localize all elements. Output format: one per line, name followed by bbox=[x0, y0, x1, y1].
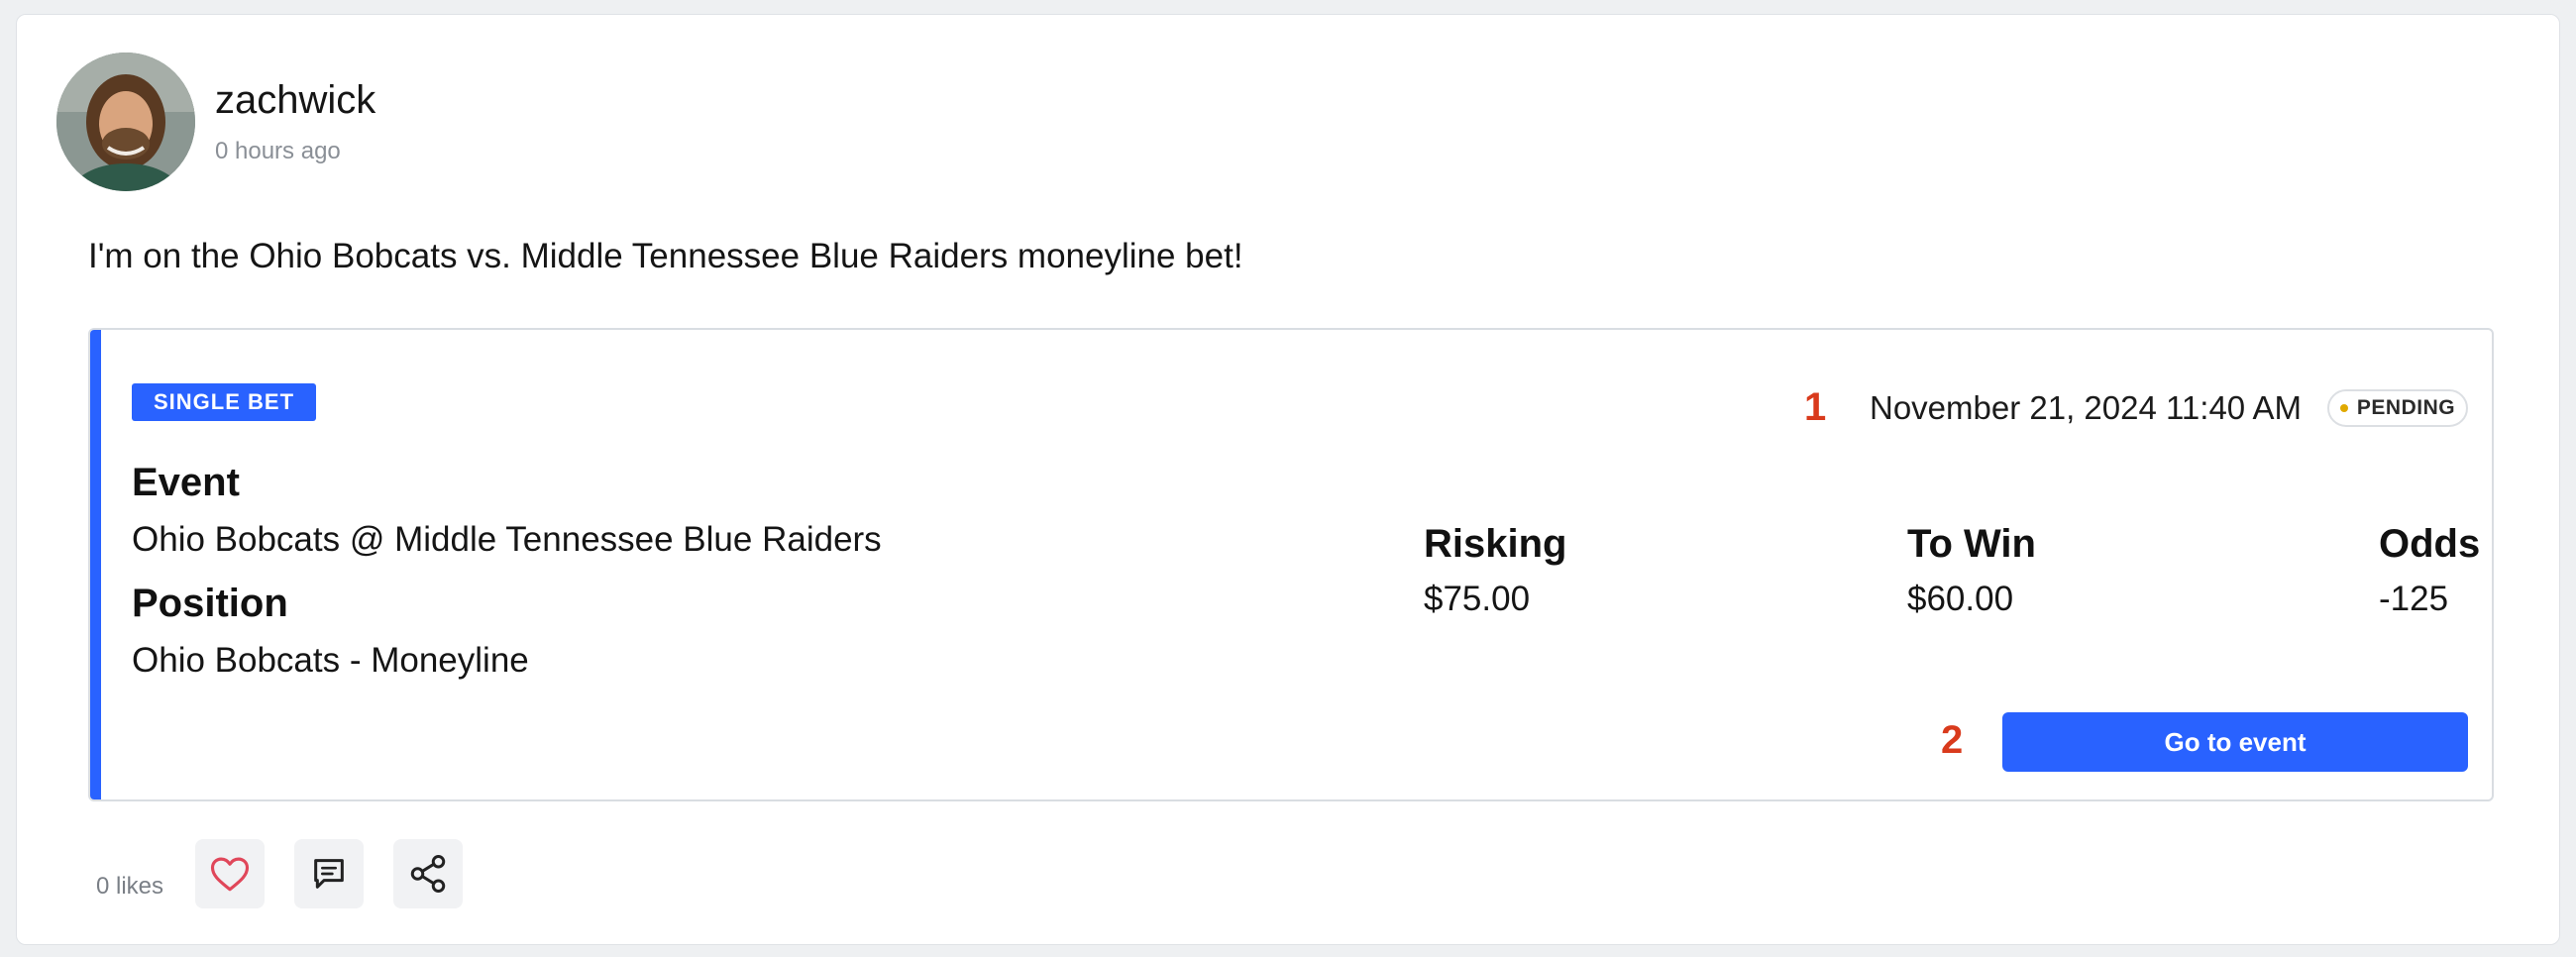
likes-count: 0 likes bbox=[96, 873, 164, 900]
status-dot bbox=[2339, 404, 2348, 412]
risking-label: Risking bbox=[1424, 522, 1567, 566]
go-to-event-button[interactable]: Go to event bbox=[2002, 712, 2468, 772]
heart-icon bbox=[210, 857, 250, 892]
like-button[interactable] bbox=[195, 839, 265, 908]
share-button[interactable] bbox=[393, 839, 463, 908]
post-timestamp: 0 hours ago bbox=[215, 138, 341, 164]
comment-button[interactable] bbox=[294, 839, 364, 908]
bet-card: SINGLE BET 1 November 21, 2024 11:40 AM … bbox=[88, 328, 2494, 801]
odds-label: Odds bbox=[2379, 522, 2481, 566]
position-label: Position bbox=[132, 582, 288, 625]
post-text: I'm on the Ohio Bobcats vs. Middle Tenne… bbox=[88, 237, 1243, 275]
marker-2: 2 bbox=[1941, 718, 1964, 762]
bet-card-accent bbox=[90, 330, 101, 799]
comment-icon bbox=[314, 859, 344, 889]
risking-value: $75.00 bbox=[1424, 580, 1531, 618]
event-value: Ohio Bobcats @ Middle Tennessee Blue Rai… bbox=[132, 520, 882, 559]
odds-value: -125 bbox=[2379, 580, 2449, 618]
event-label: Event bbox=[132, 461, 240, 504]
bet-type-badge: SINGLE BET bbox=[132, 383, 317, 421]
status-label: PENDING bbox=[2356, 396, 2456, 419]
avatar-image bbox=[56, 53, 195, 191]
avatar[interactable] bbox=[56, 53, 195, 191]
status-badge: PENDING bbox=[2327, 389, 2468, 427]
share-icon bbox=[410, 855, 446, 893]
bet-datetime: November 21, 2024 11:40 AM bbox=[1870, 389, 2302, 426]
position-value: Ohio Bobcats - Moneyline bbox=[132, 641, 529, 680]
post-card: zachwick 0 hours ago I'm on the Ohio Bob… bbox=[16, 14, 2560, 945]
marker-1: 1 bbox=[1804, 385, 1827, 429]
username[interactable]: zachwick bbox=[215, 78, 376, 123]
to-win-value: $60.00 bbox=[1907, 580, 2014, 618]
to-win-label: To Win bbox=[1907, 522, 2036, 566]
